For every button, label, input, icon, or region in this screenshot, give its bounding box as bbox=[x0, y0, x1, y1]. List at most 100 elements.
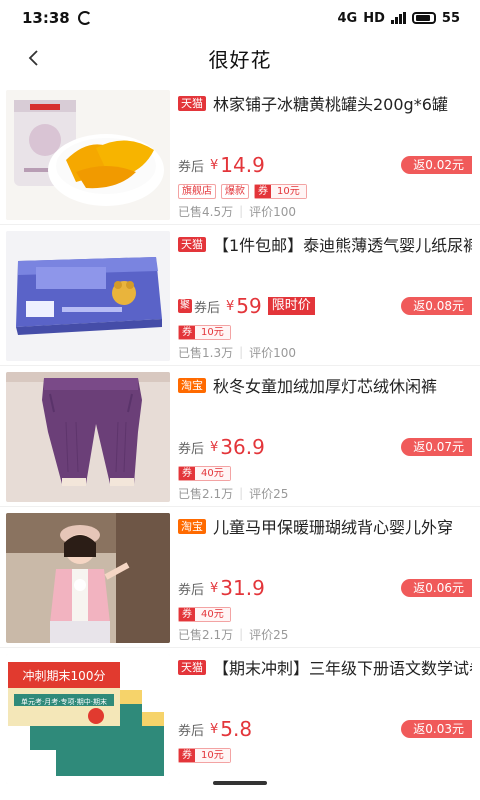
product-info: 天猫 林家铺子冰糖黄桃罐头200g*6罐 券后 ¥ 14.9 返0.02元 旗舰… bbox=[178, 84, 472, 225]
tags-row: 券 40元 bbox=[178, 465, 231, 481]
status-right: 4G HD 55 bbox=[338, 11, 460, 26]
network-label: 4G bbox=[337, 10, 358, 26]
taobao-badge: 淘宝 bbox=[178, 377, 206, 393]
tmall-badge: 天猫 bbox=[178, 95, 206, 111]
stats-divider: | bbox=[239, 486, 244, 500]
product-image bbox=[6, 513, 170, 643]
price-row: 券后 ¥ 36.9 返0.07元 bbox=[178, 434, 472, 460]
title-row: 天猫 【1件包邮】泰迪熊薄透气婴儿纸尿裤 bbox=[178, 233, 472, 255]
rebate-badge: 返0.03元 bbox=[401, 720, 472, 738]
price-row: 聚 券后 ¥ 59 限时价 返0.08元 bbox=[178, 293, 472, 319]
product-title: 林家铺子冰糖黄桃罐头200g*6罐 bbox=[213, 95, 448, 114]
review-count: 评价100 bbox=[249, 204, 297, 219]
sold-count: 已售2.1万 bbox=[178, 486, 234, 501]
title-row: 淘宝 儿童马甲保暖珊瑚绒背心婴儿外穿 bbox=[178, 515, 472, 537]
sync-icon bbox=[77, 11, 92, 25]
stats-row: 已售4.5万 | 评价100 bbox=[178, 203, 296, 219]
limited-price-badge: 限时价 bbox=[267, 297, 315, 315]
sold-count: 已售1.3万 bbox=[178, 345, 234, 360]
book-cover-title: 冲刺期末100分 bbox=[23, 668, 106, 683]
product-image: 冲刺期末100分 单元考·月考·专项·期中·期末 bbox=[6, 654, 170, 784]
nav-bar: 很好花 bbox=[0, 36, 480, 80]
price-row: 券后 ¥ 5.8 返0.03元 bbox=[178, 716, 472, 742]
title-row: 天猫 【期末冲刺】三年级下册语文数学试卷 bbox=[178, 656, 472, 678]
rebate-badge: 返0.07元 bbox=[401, 438, 472, 456]
home-indicator[interactable] bbox=[213, 781, 267, 785]
stats-divider: | bbox=[239, 627, 244, 641]
coupon-badge[interactable]: 券 10元 bbox=[178, 747, 231, 763]
after-coupon-label: 券后 bbox=[178, 582, 205, 598]
coupon-value: 40元 bbox=[195, 466, 230, 480]
product-title: 【1件包邮】泰迪熊薄透气婴儿纸尿裤 bbox=[213, 236, 472, 255]
battery-level: 55 bbox=[441, 10, 460, 26]
coupon-value: 10元 bbox=[195, 748, 230, 762]
tmall-badge: 天猫 bbox=[178, 659, 206, 675]
tmall-badge: 天猫 bbox=[178, 236, 206, 252]
ju-badge: 聚 bbox=[178, 299, 192, 313]
signal-icon bbox=[390, 12, 406, 24]
product-title: 秋冬女童加绒加厚灯芯绒休闲裤 bbox=[213, 377, 438, 396]
product-info: 天猫 【1件包邮】泰迪熊薄透气婴儿纸尿裤 聚 券后 ¥ 59 限时价 返0.08… bbox=[178, 225, 472, 366]
tags-row: 旗舰店 爆款 券 10元 bbox=[178, 183, 307, 199]
price-row: 券后 ¥ 14.9 返0.02元 bbox=[178, 152, 472, 178]
tags-row: 券 10元 bbox=[178, 747, 231, 763]
review-count: 评价100 bbox=[249, 345, 297, 360]
rebate-badge: 返0.06元 bbox=[401, 579, 472, 597]
status-time: 13:38 bbox=[22, 9, 70, 27]
back-button[interactable] bbox=[18, 42, 50, 74]
review-count: 评价25 bbox=[249, 627, 289, 642]
stats-divider: | bbox=[239, 345, 244, 359]
sold-count: 已售2.1万 bbox=[178, 627, 234, 642]
price: 59 bbox=[236, 294, 262, 318]
tag-hot: 爆款 bbox=[221, 183, 249, 199]
currency-symbol: ¥ bbox=[210, 580, 219, 596]
product-image bbox=[6, 372, 170, 502]
product-title: 儿童马甲保暖珊瑚绒背心婴儿外穿 bbox=[213, 518, 454, 537]
sold-count: 已售4.5万 bbox=[178, 204, 234, 219]
coupon-value: 40元 bbox=[195, 607, 230, 621]
review-count: 评价25 bbox=[249, 486, 289, 501]
product-item[interactable]: 淘宝 儿童马甲保暖珊瑚绒背心婴儿外穿 券后 ¥ 31.9 返0.06元 券 40元… bbox=[0, 507, 480, 648]
after-coupon-label: 券后 bbox=[178, 159, 205, 175]
coupon-badge[interactable]: 券 40元 bbox=[178, 606, 231, 622]
tags-row: 券 10元 bbox=[178, 324, 231, 340]
after-coupon-label: 券后 bbox=[178, 441, 205, 457]
after-coupon-label: 券后 bbox=[178, 723, 205, 739]
currency-symbol: ¥ bbox=[226, 298, 235, 314]
currency-symbol: ¥ bbox=[210, 439, 219, 455]
rebate-badge: 返0.08元 bbox=[401, 297, 472, 315]
page-title: 很好花 bbox=[208, 47, 272, 72]
coupon-mark: 券 bbox=[179, 607, 195, 621]
tags-row: 券 40元 bbox=[178, 606, 231, 622]
coupon-badge[interactable]: 券 10元 bbox=[178, 324, 231, 340]
stats-row: 已售1.3万 | 评价100 bbox=[178, 344, 296, 360]
stats-divider: | bbox=[239, 204, 244, 218]
coupon-mark: 券 bbox=[255, 184, 271, 198]
coupon-badge[interactable]: 券 40元 bbox=[178, 465, 231, 481]
product-info: 天猫 【期末冲刺】三年级下册语文数学试卷 券后 ¥ 5.8 返0.03元 券 10… bbox=[178, 648, 472, 789]
currency-symbol: ¥ bbox=[210, 157, 219, 173]
status-bar: 13:38 4G HD 55 bbox=[0, 0, 480, 36]
product-item[interactable]: 淘宝 秋冬女童加绒加厚灯芯绒休闲裤 券后 ¥ 36.9 返0.07元 券 40元 … bbox=[0, 366, 480, 507]
tag-flagship: 旗舰店 bbox=[178, 183, 216, 199]
product-image bbox=[6, 231, 170, 361]
price: 5.8 bbox=[220, 717, 253, 741]
title-row: 淘宝 秋冬女童加绒加厚灯芯绒休闲裤 bbox=[178, 374, 472, 396]
chevron-left-icon bbox=[28, 50, 38, 66]
product-title: 【期末冲刺】三年级下册语文数学试卷 bbox=[213, 659, 472, 678]
coupon-value: 10元 bbox=[271, 184, 306, 198]
product-image bbox=[6, 90, 170, 220]
product-item[interactable]: 冲刺期末100分 单元考·月考·专项·期中·期末 天猫 【期末冲刺】三年级下册语… bbox=[0, 648, 480, 789]
after-coupon-label: 券后 bbox=[194, 300, 221, 316]
product-item[interactable]: 天猫 林家铺子冰糖黄桃罐头200g*6罐 券后 ¥ 14.9 返0.02元 旗舰… bbox=[0, 84, 480, 225]
title-row: 天猫 林家铺子冰糖黄桃罐头200g*6罐 bbox=[178, 92, 472, 114]
stats-row: 已售2.1万 | 评价25 bbox=[178, 485, 288, 501]
hd-label: HD bbox=[363, 10, 385, 26]
product-item[interactable]: 天猫 【1件包邮】泰迪熊薄透气婴儿纸尿裤 聚 券后 ¥ 59 限时价 返0.08… bbox=[0, 225, 480, 366]
coupon-badge[interactable]: 券 10元 bbox=[254, 183, 307, 199]
currency-symbol: ¥ bbox=[210, 721, 219, 737]
product-info: 淘宝 秋冬女童加绒加厚灯芯绒休闲裤 券后 ¥ 36.9 返0.07元 券 40元 … bbox=[178, 366, 472, 507]
coupon-value: 10元 bbox=[195, 325, 230, 339]
rebate-badge: 返0.02元 bbox=[401, 156, 472, 174]
battery-icon bbox=[411, 12, 436, 24]
